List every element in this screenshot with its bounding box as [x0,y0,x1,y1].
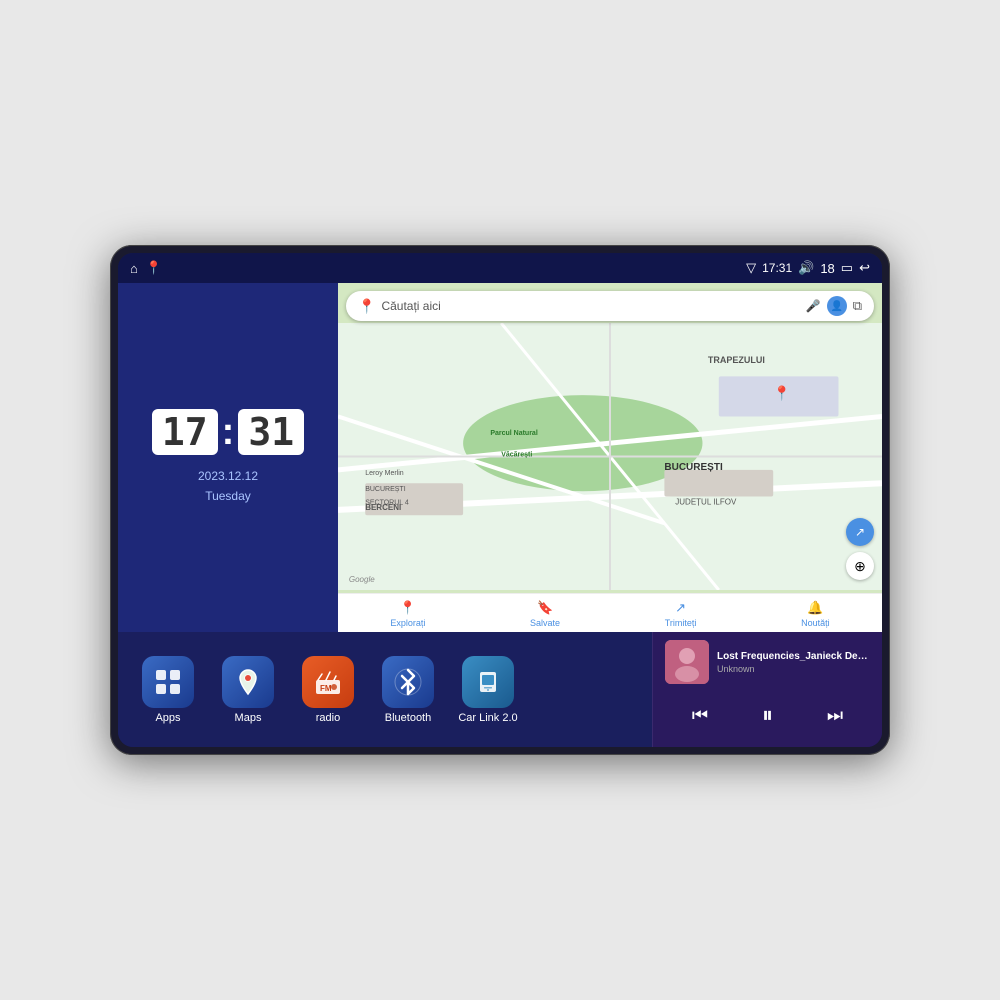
clock-minute: 31 [238,409,304,455]
status-bar: ⌂ 📍 ▽ 17:31 🔊 18 ▭ ↩ [118,253,882,283]
clock-date-value: 2023.12.12 [198,467,258,486]
svg-text:BUCUREȘTI: BUCUREȘTI [365,486,406,493]
svg-text:Leroy Merlin: Leroy Merlin [365,470,404,477]
svg-text:📍: 📍 [773,385,790,402]
bottom-row: Apps Maps [118,632,882,747]
saved-label: Salvate [530,618,560,628]
music-play-pause-button[interactable]: ⏸ [754,698,781,732]
music-text: Lost Frequencies_Janieck Devy-... Unknow… [717,651,870,674]
saved-icon: 🔖 [537,600,553,616]
music-album-art [665,640,709,684]
news-icon: 🔔 [807,600,823,616]
map-navigation-button[interactable]: ↗ [846,518,874,546]
map-nav-send[interactable]: ↗ Trimiteți [665,600,697,628]
location-icon[interactable]: 📍 [146,260,162,276]
status-right-icons: ▽ 17:31 🔊 18 ▭ ↩ [746,260,870,276]
app-icon-radio[interactable]: FM radio [294,656,362,724]
svg-text:TRAPEZULUI: TRAPEZULUI [708,355,765,365]
clock-panel: 17 : 31 2023.12.12 Tuesday [118,283,338,632]
music-title: Lost Frequencies_Janieck Devy-... [717,651,870,662]
map-svg: TRAPEZULUI BUCUREȘTI JUDEȚUL ILFOV Parcu… [338,323,882,590]
app-icon-bluetooth[interactable]: Bluetooth [374,656,442,724]
music-info: Lost Frequencies_Janieck Devy-... Unknow… [665,640,870,684]
clock-display: 17 : 31 [152,409,304,455]
music-artist: Unknown [717,664,870,674]
device-shell: ⌂ 📍 ▽ 17:31 🔊 18 ▭ ↩ 17 : [110,245,890,755]
volume-icon[interactable]: 🔊 [798,260,814,276]
music-panel: Lost Frequencies_Janieck Devy-... Unknow… [652,632,882,747]
svg-text:FM: FM [320,684,332,693]
svg-text:Văcărești: Văcărești [501,452,532,459]
battery-level: 18 [820,261,834,276]
status-left-icons: ⌂ 📍 [130,260,162,276]
svg-text:SECTORUL 4: SECTORUL 4 [365,500,409,507]
signal-icon: ▽ [746,260,756,276]
app-icons-panel: Apps Maps [118,632,652,747]
main-content: 17 : 31 2023.12.12 Tuesday 📍 Căutați aic… [118,283,882,747]
music-controls: ⏮ ⏸ ⏭ [665,692,870,738]
maps-icon [222,656,274,708]
status-time: 17:31 [762,261,792,275]
clock-hour: 17 [152,409,218,455]
music-next-button[interactable]: ⏭ [819,701,851,730]
map-search-text[interactable]: Căutați aici [381,299,799,313]
clock-colon: : [222,411,235,454]
map-user-avatar[interactable]: 👤 [827,296,847,316]
clock-day-value: Tuesday [198,487,258,506]
top-row: 17 : 31 2023.12.12 Tuesday 📍 Căutați aic… [118,283,882,632]
send-label: Trimiteți [665,618,697,628]
clock-date: 2023.12.12 Tuesday [198,467,258,505]
map-bottom-bar: 📍 Explorați 🔖 Salvate ↗ Trimiteți 🔔 [338,593,882,632]
map-nav-news[interactable]: 🔔 Noutăți [801,600,830,628]
home-icon[interactable]: ⌂ [130,261,138,276]
svg-text:BUCUREȘTI: BUCUREȘTI [664,462,723,473]
apps-icon [142,656,194,708]
news-label: Noutăți [801,618,830,628]
map-search-bar[interactable]: 📍 Căutați aici 🎤 👤 ⧉ [346,291,874,321]
map-pin-icon: 📍 [358,298,375,315]
app-icon-carlink[interactable]: Car Link 2.0 [454,656,522,724]
map-panel[interactable]: 📍 Căutați aici 🎤 👤 ⧉ [338,283,882,632]
battery-icon: ▭ [841,260,853,276]
apps-label: Apps [155,712,180,724]
music-prev-button[interactable]: ⏮ [684,701,716,730]
map-layers-icon[interactable]: ⧉ [853,298,862,314]
app-icon-maps[interactable]: Maps [214,656,282,724]
explore-label: Explorați [390,618,425,628]
svg-text:JUDEȚUL ILFOV: JUDEȚUL ILFOV [675,498,737,507]
app-icon-apps[interactable]: Apps [134,656,202,724]
maps-label: Maps [235,712,262,724]
svg-text:Google: Google [349,575,375,584]
carlink-icon [462,656,514,708]
map-mic-icon[interactable]: 🎤 [806,299,821,313]
back-icon[interactable]: ↩ [859,260,870,276]
map-compass-button[interactable]: ⊕ [846,552,874,580]
map-nav-saved[interactable]: 🔖 Salvate [530,600,560,628]
explore-icon: 📍 [400,600,416,616]
screen: ⌂ 📍 ▽ 17:31 🔊 18 ▭ ↩ 17 : [118,253,882,747]
bluetooth-label: Bluetooth [385,712,431,724]
map-nav-explore[interactable]: 📍 Explorați [390,600,425,628]
send-icon: ↗ [675,600,686,616]
map-content: TRAPEZULUI BUCUREȘTI JUDEȚUL ILFOV Parcu… [338,323,882,590]
carlink-label: Car Link 2.0 [458,712,517,724]
svg-text:Parcul Natural: Parcul Natural [490,430,538,437]
radio-label: radio [316,712,340,724]
radio-icon: FM [302,656,354,708]
bluetooth-icon [382,656,434,708]
